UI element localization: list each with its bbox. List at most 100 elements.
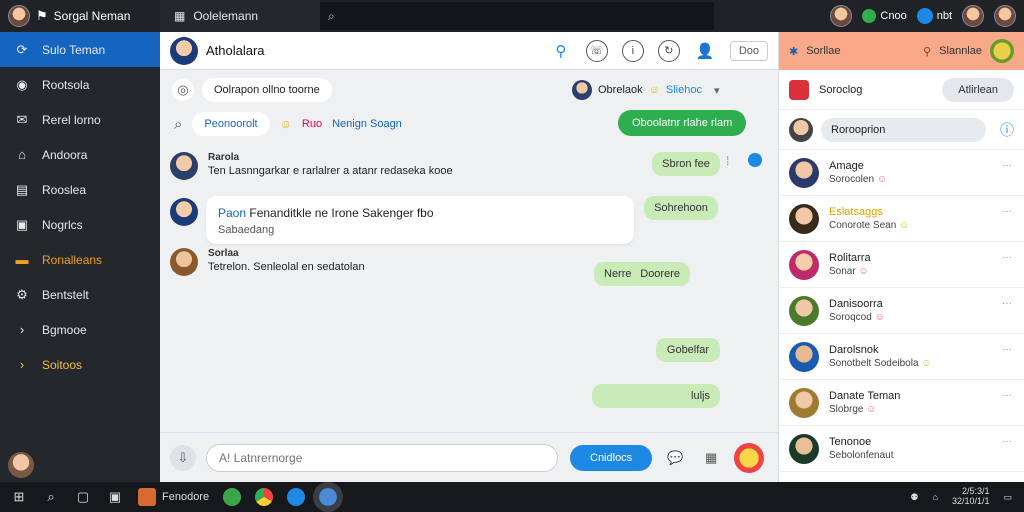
right-search-button[interactable]: Atlirlean — [942, 77, 1014, 102]
sidebar-item-9[interactable]: › Soitoos — [0, 347, 160, 382]
bell-icon — [916, 8, 933, 24]
notify-toggle[interactable]: nbt — [916, 8, 952, 24]
message-input[interactable] — [206, 443, 558, 472]
contact-avatar — [789, 249, 819, 280]
sidebar-item-5[interactable]: ▣ Nogrlcs — [0, 207, 160, 242]
contact-item[interactable]: Danate Teman Slobrge ☺ ··· — [779, 380, 1024, 426]
search-tag[interactable]: Nenign Soagn — [332, 118, 402, 130]
app-name: Sorgal Neman — [53, 9, 131, 23]
app-icon — [138, 488, 156, 506]
attach-icon[interactable]: ⇩ — [170, 444, 196, 471]
message-bubble[interactable]: Paon Fenanditkle ne Irone Sakenger fbo S… — [206, 196, 634, 244]
top-pill-row: ◎ Oolrapon ollno toorne — [172, 78, 332, 102]
send-button[interactable]: Cnidlocs — [570, 444, 653, 471]
camera-icon[interactable]: ◎ — [172, 79, 194, 101]
more-icon[interactable]: ··· — [1002, 298, 1012, 309]
more-icon[interactable]: ··· — [1002, 252, 1012, 263]
emoji-icon: ☺ — [866, 404, 877, 415]
taskbar-app[interactable]: Fenodore — [138, 488, 209, 506]
contact-item[interactable]: Rolitarra Sonar ☺ ··· — [779, 242, 1024, 288]
user-icon[interactable]: ⚲ — [550, 40, 572, 62]
contact-item[interactable]: Eslatsaggs Conorote Sean ☺ ··· — [779, 196, 1024, 242]
right-user-row[interactable]: Obrelaok ☺ Sliehoc ▾ — [572, 80, 719, 100]
sidebar-item-4[interactable]: ▤ Rooslea — [0, 172, 160, 207]
sidebar-item-1[interactable]: ◉ Rootsola — [0, 67, 160, 102]
contact-item[interactable]: Danisoorra Soroqcod ☺ ··· — [779, 288, 1024, 334]
profile-avatar[interactable] — [830, 5, 853, 27]
notification-icon[interactable]: ▭ — [1003, 492, 1012, 503]
windows-start-icon[interactable]: ⊞ — [10, 488, 28, 506]
sidebar-item-8[interactable]: › Bgmooe — [0, 312, 160, 347]
filter-pill[interactable]: Rorooprion — [821, 117, 986, 142]
sidebar-item-6[interactable]: ▬ Ronalleans — [0, 242, 160, 277]
calendar-icon[interactable]: ▦ — [698, 445, 724, 471]
chat-bubble-icon[interactable]: 💬 — [662, 445, 688, 471]
document-icon: ▤ — [15, 181, 29, 197]
chrome-icon[interactable] — [255, 488, 274, 506]
green-action-button[interactable]: Oboolatnr rlahe rlam — [618, 110, 747, 136]
more-icon[interactable]: ··· — [1002, 436, 1012, 447]
info-icon[interactable]: i — [621, 39, 644, 62]
contact-avatar[interactable] — [962, 5, 984, 27]
chat-avatar[interactable] — [170, 36, 198, 65]
check-icon: ⁞ — [726, 154, 730, 168]
emoji-icon: ☺ — [899, 220, 910, 231]
search-icon[interactable]: ⌕ — [42, 488, 60, 506]
green-bubble[interactable]: Nerre Doorere — [594, 262, 690, 286]
search-bar[interactable]: ⌕ — [320, 2, 714, 30]
more-icon[interactable]: ··· — [1002, 160, 1012, 171]
header-avatar[interactable] — [990, 39, 1014, 63]
tab-name: Oolelemann — [193, 9, 259, 23]
more-icon[interactable]: ··· — [1002, 390, 1012, 401]
emoji-icon: ☺ — [279, 117, 292, 131]
message-avatar[interactable] — [170, 198, 198, 226]
contact-avatar[interactable] — [994, 5, 1016, 27]
right-user-avatar — [572, 80, 592, 100]
refresh-icon: ⟳ — [16, 41, 28, 57]
status-toggle[interactable]: Cnoo — [862, 9, 907, 23]
active-app-icon[interactable] — [313, 482, 344, 512]
green-bubble[interactable]: Sbron fee — [652, 152, 720, 176]
task-view-icon[interactable]: ▢ — [74, 488, 92, 506]
message-avatar[interactable] — [170, 152, 198, 180]
photo-icon: ▣ — [15, 216, 29, 232]
pin-icon: ⚑ — [36, 8, 48, 23]
contact-avatar — [789, 433, 819, 464]
sidebar-item-7[interactable]: ⚙ Bentstelt — [0, 277, 160, 312]
app-icon[interactable] — [223, 488, 242, 506]
profile-icon[interactable]: 👤 — [694, 40, 716, 62]
settings-icon: ⚙ — [16, 286, 28, 302]
account-avatar[interactable] — [8, 452, 34, 478]
sidebar-item-2[interactable]: ✉ Rerel lorno — [0, 102, 160, 137]
header-box[interactable]: Doo — [729, 40, 768, 61]
more-icon[interactable]: ··· — [1002, 344, 1012, 355]
refresh-icon[interactable]: ↻ — [657, 39, 680, 62]
network-icon[interactable]: ⌂ — [933, 492, 938, 502]
accessibility-icon[interactable]: ⚉ — [910, 492, 918, 503]
search-icon[interactable]: ⌕ — [174, 116, 182, 133]
contact-item[interactable]: Amage Sorocolen ☺ ··· — [779, 150, 1024, 196]
clock[interactable]: 2/5:3/1 32/10/1/1 — [952, 486, 990, 507]
store-icon[interactable]: ▣ — [106, 488, 124, 506]
right-search-row: Soroclog Atlirlean — [779, 70, 1024, 110]
contact-avatar — [789, 295, 819, 326]
more-icon[interactable]: ··· — [1002, 206, 1012, 217]
edge-icon[interactable] — [287, 488, 306, 506]
search-pill[interactable]: Peonoorolt — [192, 112, 270, 136]
phone-icon[interactable]: ☏ — [585, 39, 608, 62]
green-bubble[interactable]: luljs — [592, 384, 720, 408]
app-brand[interactable]: ⚑ Sorgal Neman — [0, 0, 160, 32]
emoji-button[interactable] — [734, 442, 765, 473]
green-bubble[interactable]: Gobelfar — [656, 338, 720, 362]
message-avatar[interactable] — [170, 248, 198, 276]
grid-icon: ▦ — [174, 9, 186, 23]
green-bubble[interactable]: Sohrehoon — [644, 196, 718, 220]
sidebar-item-3[interactable]: ⌂ Andoora — [0, 137, 160, 172]
contact-item[interactable]: Darolsnok Sonotbelt Sodeibola ☺ ··· — [779, 334, 1024, 380]
top-pill[interactable]: Oolrapon ollno toorne — [202, 78, 332, 102]
contact-item[interactable]: Tenonoe Sebolonfenaut ··· — [779, 426, 1024, 472]
user-avatar[interactable] — [8, 5, 30, 27]
sidebar-item-0[interactable]: ⟳ Sulo Teman — [0, 32, 160, 67]
info-icon[interactable]: ⓘ — [1000, 120, 1014, 140]
tab-header[interactable]: ▦ Oolelemann — [160, 0, 320, 32]
